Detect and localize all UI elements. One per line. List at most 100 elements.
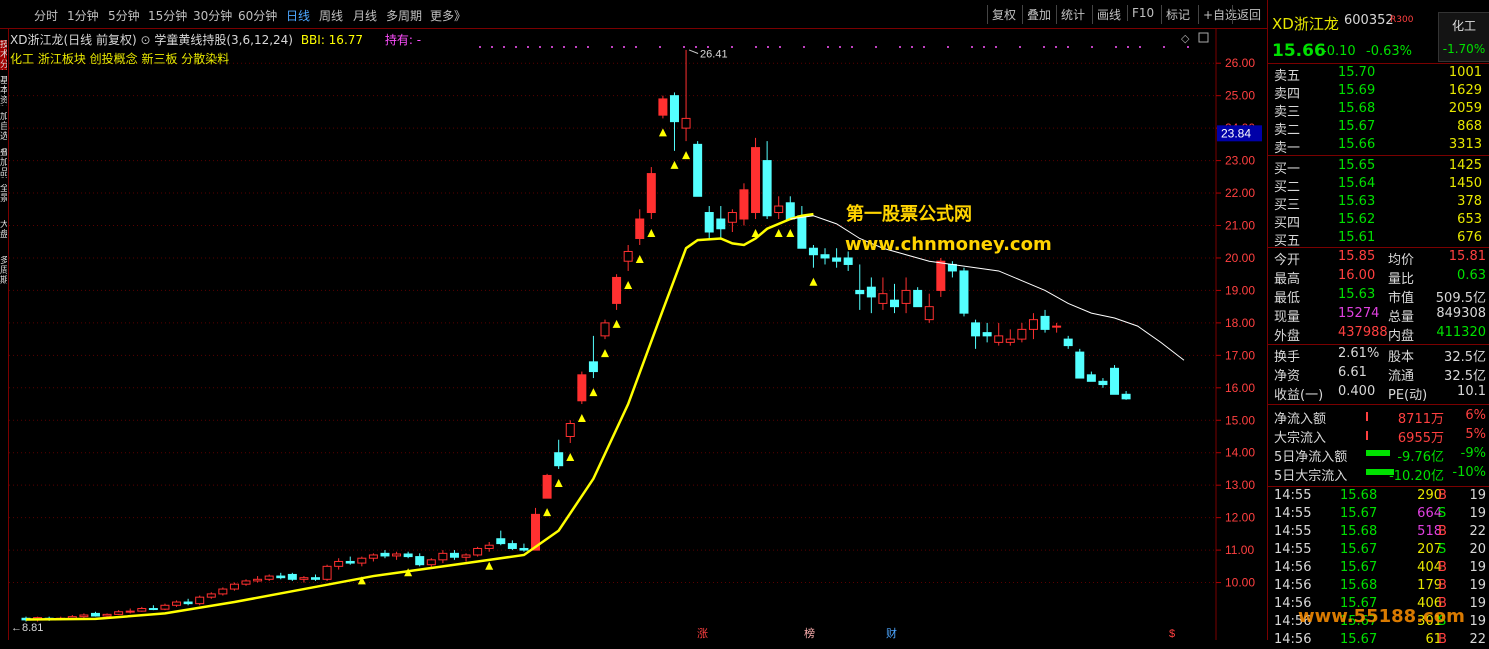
toolbar-button-0[interactable]: 复权 [987, 5, 1020, 24]
level-volume: 1001 [1448, 65, 1482, 80]
left-strip-item-7[interactable]: 多周期 [0, 256, 7, 286]
buy-marker [601, 349, 609, 358]
candle-body [832, 257, 842, 262]
candle-body [1098, 380, 1108, 386]
candle [971, 319, 981, 349]
stat-value: 32.5亿 [1444, 369, 1486, 384]
candle-body [612, 276, 622, 304]
period-tab-5[interactable]: 60分钟 [238, 7, 277, 24]
left-strip-item-6[interactable]: 大盘 [0, 220, 7, 250]
hold-dot [683, 46, 685, 48]
period-tab-4[interactable]: 30分钟 [193, 7, 232, 24]
candle [612, 274, 622, 310]
left-strip-item-4[interactable]: 叠加品种 [0, 148, 7, 178]
candle-body [1040, 315, 1050, 330]
flow-value: -9.76亿 [1397, 450, 1444, 465]
tick-side: S [1438, 542, 1447, 557]
flow-pct: 5% [1465, 427, 1486, 442]
candle-body [276, 575, 286, 579]
buy-marker [577, 414, 586, 423]
candle-body [322, 565, 332, 580]
period-tab-1[interactable]: 1分钟 [67, 7, 99, 24]
hold-dot [1067, 46, 1069, 48]
price-tick-label: 10.00 [1225, 576, 1255, 590]
hold-dot [983, 46, 985, 48]
candle-body [357, 557, 367, 564]
candle-body [183, 601, 193, 605]
tick-time: 14:56 [1274, 560, 1312, 575]
ask-row: 卖三 15.68 2059 [1268, 100, 1489, 120]
flow-value: 8711万 [1397, 412, 1444, 427]
divider [1268, 404, 1489, 405]
candlestick-chart[interactable]: 26.0025.0024.0023.0022.0021.0020.0019.00… [9, 28, 1267, 640]
toolbar-button-7[interactable]: 返回 [1232, 5, 1265, 24]
candle [1110, 365, 1120, 395]
event-marker-1[interactable]: 榜 [804, 626, 815, 640]
indicator-label[interactable]: 学童黄线持股(3,6,12,24) [154, 33, 293, 47]
toolbar-button-5[interactable]: 标记 [1161, 5, 1194, 24]
price-change-pct: -0.63% [1366, 44, 1412, 59]
candle [646, 167, 656, 220]
bid-row: 买三 15.63 378 [1268, 193, 1489, 213]
stock-label: XD浙江龙(日线 前复权) [10, 33, 137, 47]
tick-price: 15.68 [1340, 578, 1378, 593]
diamond-icon[interactable]: ◇ [1181, 32, 1190, 45]
ask-row: 卖一 15.66 3313 [1268, 136, 1489, 156]
indicator-icon[interactable]: ⊙ [140, 33, 150, 47]
candle [218, 587, 228, 596]
candle [322, 564, 332, 581]
candle [368, 553, 378, 562]
toolbar-button-3[interactable]: 画线 [1092, 5, 1125, 24]
candle [160, 603, 170, 611]
event-marker-2[interactable]: 财 [886, 626, 897, 640]
period-tab-8[interactable]: 月线 [353, 7, 377, 24]
candle-body [137, 608, 147, 612]
left-strip-item-1[interactable]: 技术分析 [0, 40, 7, 70]
stat-value: 32.5亿 [1444, 350, 1486, 365]
candle [334, 558, 344, 570]
candle-body [658, 98, 668, 116]
price-tick-label: 13.00 [1225, 478, 1255, 492]
period-tab-3[interactable]: 15分钟 [148, 7, 187, 24]
hold-dot [995, 46, 997, 48]
candle-body [936, 260, 946, 291]
buy-marker [786, 229, 795, 238]
period-tab-10[interactable]: 更多》 [430, 7, 466, 24]
candle [1040, 309, 1050, 333]
stat-row: 最高 16.00 量比 0.63 [1268, 267, 1489, 287]
price-tick-label: 18.00 [1225, 316, 1255, 330]
period-tab-9[interactable]: 多周期 [386, 7, 422, 24]
price-tick-label: 17.00 [1225, 348, 1255, 362]
period-tab-0[interactable]: 分时 [34, 7, 58, 24]
event-marker-0[interactable]: 涨 [697, 627, 708, 640]
buy-marker [566, 452, 575, 461]
period-tab-7[interactable]: 周线 [319, 7, 343, 24]
candle [623, 244, 633, 271]
candle-body [461, 554, 471, 558]
level-price: 15.62 [1338, 212, 1376, 227]
bid-row: 买二 15.64 1450 [1268, 175, 1489, 195]
candle-body [1005, 338, 1015, 343]
candle-body [635, 218, 645, 239]
left-strip-item-5[interactable]: 全景 [0, 184, 7, 214]
period-tab-2[interactable]: 5分钟 [108, 7, 140, 24]
event-marker-3[interactable]: $ [1169, 628, 1175, 640]
stat-label: 市值 [1388, 291, 1415, 306]
left-strip-item-3[interactable]: 加自选 [0, 112, 7, 142]
candle [1121, 391, 1131, 400]
toolbar-button-2[interactable]: 统计 [1056, 5, 1089, 24]
stat-label: 最低 [1274, 291, 1301, 306]
toolbar-button-4[interactable]: F10 [1127, 5, 1158, 21]
candle [855, 264, 865, 310]
candle [635, 209, 645, 245]
toolbar-button-1[interactable]: 叠加 [1022, 5, 1055, 24]
candle-body [959, 270, 969, 314]
left-strip-item-2[interactable]: 基本资料 [0, 76, 7, 106]
candle [600, 319, 610, 340]
maximize-icon[interactable] [1198, 32, 1209, 43]
candle-body [808, 247, 818, 256]
stat-label: 现量 [1274, 310, 1301, 325]
period-tab-6[interactable]: 日线 [286, 7, 310, 24]
level-volume: 1425 [1448, 158, 1482, 173]
candle-body [345, 560, 355, 564]
